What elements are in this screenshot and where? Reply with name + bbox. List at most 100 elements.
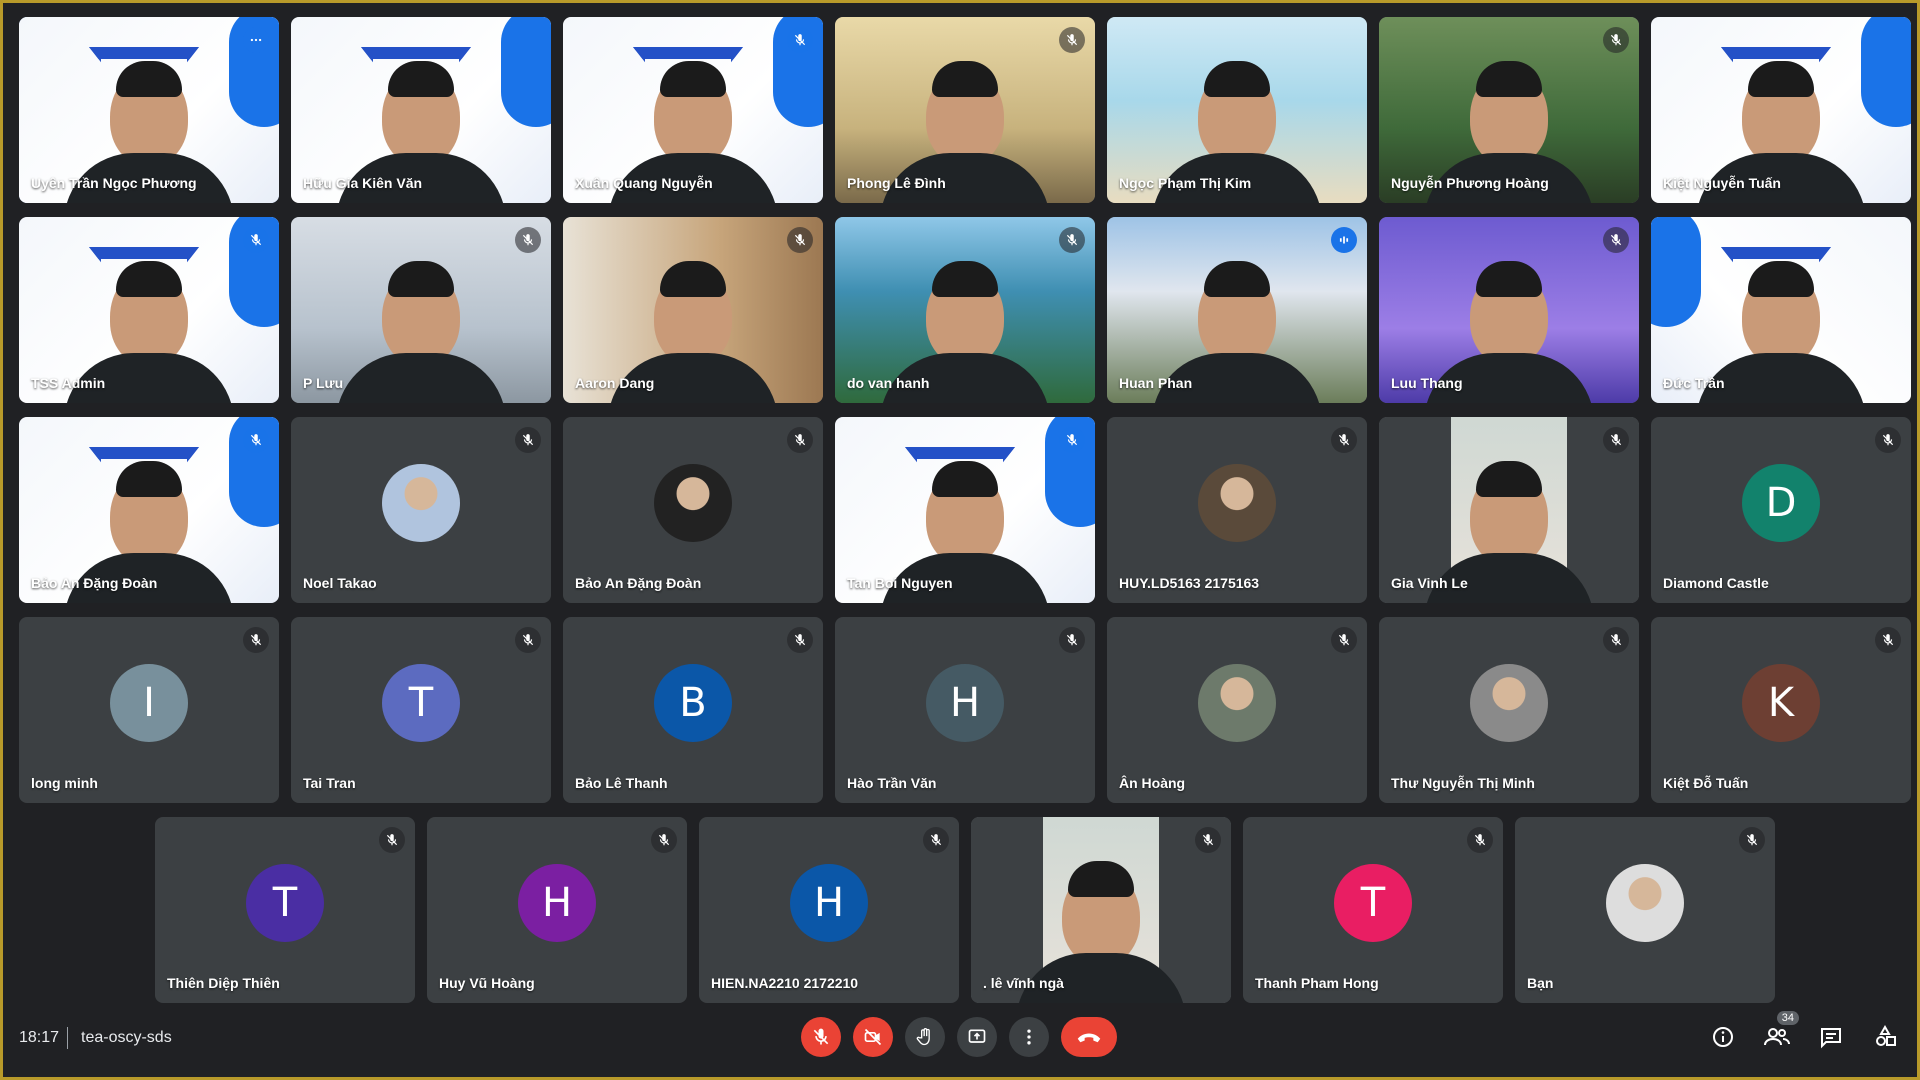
participant-tile[interactable]: Thư Nguyễn Thị Minh bbox=[1379, 617, 1639, 803]
participant-avatar bbox=[382, 464, 460, 542]
camera-toggle-button[interactable] bbox=[853, 1017, 893, 1057]
participant-name: Huan Phan bbox=[1119, 375, 1193, 391]
avatar-initial: K bbox=[1767, 680, 1795, 726]
participant-tile[interactable]: T Tai Tran bbox=[291, 617, 551, 803]
participant-row: Ilong minh T Tai Tran B Bảo Lê Thanh H Hào Trầ… bbox=[19, 617, 1911, 803]
more-options-icon bbox=[1027, 1029, 1031, 1045]
avatar-initial: H bbox=[813, 880, 845, 926]
participant-face bbox=[654, 261, 732, 366]
participant-name: Diamond Castle bbox=[1663, 575, 1769, 591]
participant-tile[interactable]: H Hào Trần Văn bbox=[835, 617, 1095, 803]
participant-row: Bảo An Đặng Đoàn Noel Takao Bảo An Đặng Đo… bbox=[19, 417, 1911, 603]
participant-name: Bảo An Đặng Đoàn bbox=[31, 575, 158, 591]
participant-tile[interactable]: Bảo An Đặng Đoàn bbox=[19, 417, 279, 603]
mic-muted-icon bbox=[1875, 427, 1901, 453]
mic-muted-icon bbox=[1059, 27, 1085, 53]
mic-off-icon bbox=[813, 1028, 829, 1045]
participant-tile[interactable]: Bảo An Đặng Đoàn bbox=[563, 417, 823, 603]
participant-tile[interactable]: P Lưu bbox=[291, 217, 551, 403]
clock-time: 18:17 bbox=[19, 1029, 60, 1046]
avatar-initial: D bbox=[1765, 480, 1797, 526]
participant-tile[interactable]: HUY.LD5163 2175163 bbox=[1107, 417, 1367, 603]
mic-muted-icon bbox=[787, 27, 813, 53]
end-call-button[interactable] bbox=[1061, 1017, 1117, 1057]
participant-avatar: D bbox=[1742, 464, 1820, 542]
participant-tile[interactable]: B Bảo Lê Thanh bbox=[563, 617, 823, 803]
participant-tile[interactable]: TSS Admin bbox=[19, 217, 279, 403]
participant-name: Ân Hoàng bbox=[1119, 775, 1186, 791]
participant-avatar bbox=[1606, 864, 1684, 942]
participant-tile[interactable]: Tan Boi Nguyen bbox=[835, 417, 1095, 603]
participant-tile[interactable]: Nguyễn Phương Hoàng bbox=[1379, 17, 1639, 203]
participant-face bbox=[926, 61, 1004, 166]
participant-tile[interactable]: K Kiệt Đỗ Tuấn bbox=[1651, 617, 1911, 803]
participant-tile[interactable]: T Thiên Diệp Thiên bbox=[155, 817, 415, 1003]
mic-muted-icon bbox=[1331, 627, 1357, 653]
participant-tile[interactable]: Huan Phan bbox=[1107, 217, 1367, 403]
raise-hand-icon bbox=[916, 1028, 930, 1046]
participant-tile[interactable]: Bạn bbox=[1515, 817, 1775, 1003]
meeting-details-button[interactable] bbox=[1707, 1021, 1739, 1053]
participant-face bbox=[1470, 461, 1548, 566]
participant-avatar bbox=[1470, 664, 1548, 742]
participant-tile[interactable]: Phong Lê Đình bbox=[835, 17, 1095, 203]
participant-tile[interactable]: . lê vĩnh ngà bbox=[971, 817, 1231, 1003]
mic-muted-icon bbox=[1059, 627, 1085, 653]
participant-avatar: H bbox=[926, 664, 1004, 742]
participant-tile[interactable]: do van hanh bbox=[835, 217, 1095, 403]
mic-muted-icon bbox=[651, 827, 677, 853]
participant-face bbox=[1198, 261, 1276, 366]
microphone-toggle-button[interactable] bbox=[801, 1017, 841, 1057]
participant-tile[interactable]: D Diamond Castle bbox=[1651, 417, 1911, 603]
participant-name: Thanh Pham Hong bbox=[1255, 975, 1379, 991]
participant-name: Kiệt Đỗ Tuấn bbox=[1663, 775, 1749, 791]
participant-face bbox=[926, 261, 1004, 366]
mic-muted-icon bbox=[1331, 427, 1357, 453]
participant-tile[interactable]: H Huy Vũ Hoàng bbox=[427, 817, 687, 1003]
participant-tile[interactable]: Gia Vinh Le bbox=[1379, 417, 1639, 603]
participant-name: Tai Tran bbox=[303, 775, 356, 791]
participant-tile[interactable]: Hữu Gia Kiên Văn bbox=[291, 17, 551, 203]
participant-tile[interactable]: Uyên Trần Ngọc Phương bbox=[19, 17, 279, 203]
present-screen-button[interactable] bbox=[957, 1017, 997, 1057]
participant-name: Thư Nguyễn Thị Minh bbox=[1391, 775, 1535, 791]
avatar-initial: H bbox=[541, 880, 573, 926]
participant-tile[interactable]: Kiệt Nguyễn Tuấn bbox=[1651, 17, 1911, 203]
participant-tile[interactable]: Ilong minh bbox=[19, 617, 279, 803]
avatar-initial: B bbox=[679, 680, 707, 726]
participant-tile[interactable]: Noel Takao bbox=[291, 417, 551, 603]
participant-tile[interactable]: Xuân Quang Nguyễn bbox=[563, 17, 823, 203]
people-button[interactable]: 34 bbox=[1761, 1011, 1799, 1053]
participant-tile[interactable]: Luu Thang bbox=[1379, 217, 1639, 403]
present-screen-icon bbox=[968, 1029, 986, 1043]
participant-tile[interactable]: Ngọc Phạm Thị Kim bbox=[1107, 17, 1367, 203]
divider bbox=[67, 1027, 68, 1049]
mic-muted-icon bbox=[1603, 27, 1629, 53]
chat-button[interactable] bbox=[1815, 1021, 1847, 1053]
avatar-initial: T bbox=[408, 680, 434, 726]
participant-face bbox=[1062, 861, 1140, 966]
more-options-button[interactable] bbox=[1009, 1017, 1049, 1057]
participant-tile[interactable]: H HIEN.NA2210 2172210 bbox=[699, 817, 959, 1003]
more-options-icon[interactable] bbox=[243, 27, 269, 53]
participant-name: Thiên Diệp Thiên bbox=[167, 975, 280, 991]
participant-name: Hữu Gia Kiên Văn bbox=[303, 175, 423, 191]
participant-tile[interactable]: T Thanh Pham Hong bbox=[1243, 817, 1503, 1003]
participant-tile[interactable]: Đức Trần bbox=[1651, 217, 1911, 403]
meeting-code[interactable]: tea-oscy-sds bbox=[81, 1029, 172, 1047]
participant-face bbox=[110, 61, 188, 166]
participant-tile[interactable]: Ân Hoàng bbox=[1107, 617, 1367, 803]
participant-avatar: K bbox=[1742, 664, 1820, 742]
end-call-icon bbox=[1077, 1033, 1101, 1043]
activities-button[interactable] bbox=[1869, 1021, 1901, 1053]
raise-hand-button[interactable] bbox=[905, 1017, 945, 1057]
mic-muted-icon bbox=[243, 427, 269, 453]
meeting-side-tools: 34 bbox=[1707, 1011, 1901, 1053]
mic-muted-icon bbox=[787, 627, 813, 653]
participant-name: long minh bbox=[31, 775, 98, 791]
participant-tile[interactable]: Aaron Dang bbox=[563, 217, 823, 403]
participant-face bbox=[382, 261, 460, 366]
participant-avatar bbox=[654, 464, 732, 542]
participant-name: Đức Trần bbox=[1663, 375, 1725, 391]
mic-muted-icon bbox=[1059, 427, 1085, 453]
